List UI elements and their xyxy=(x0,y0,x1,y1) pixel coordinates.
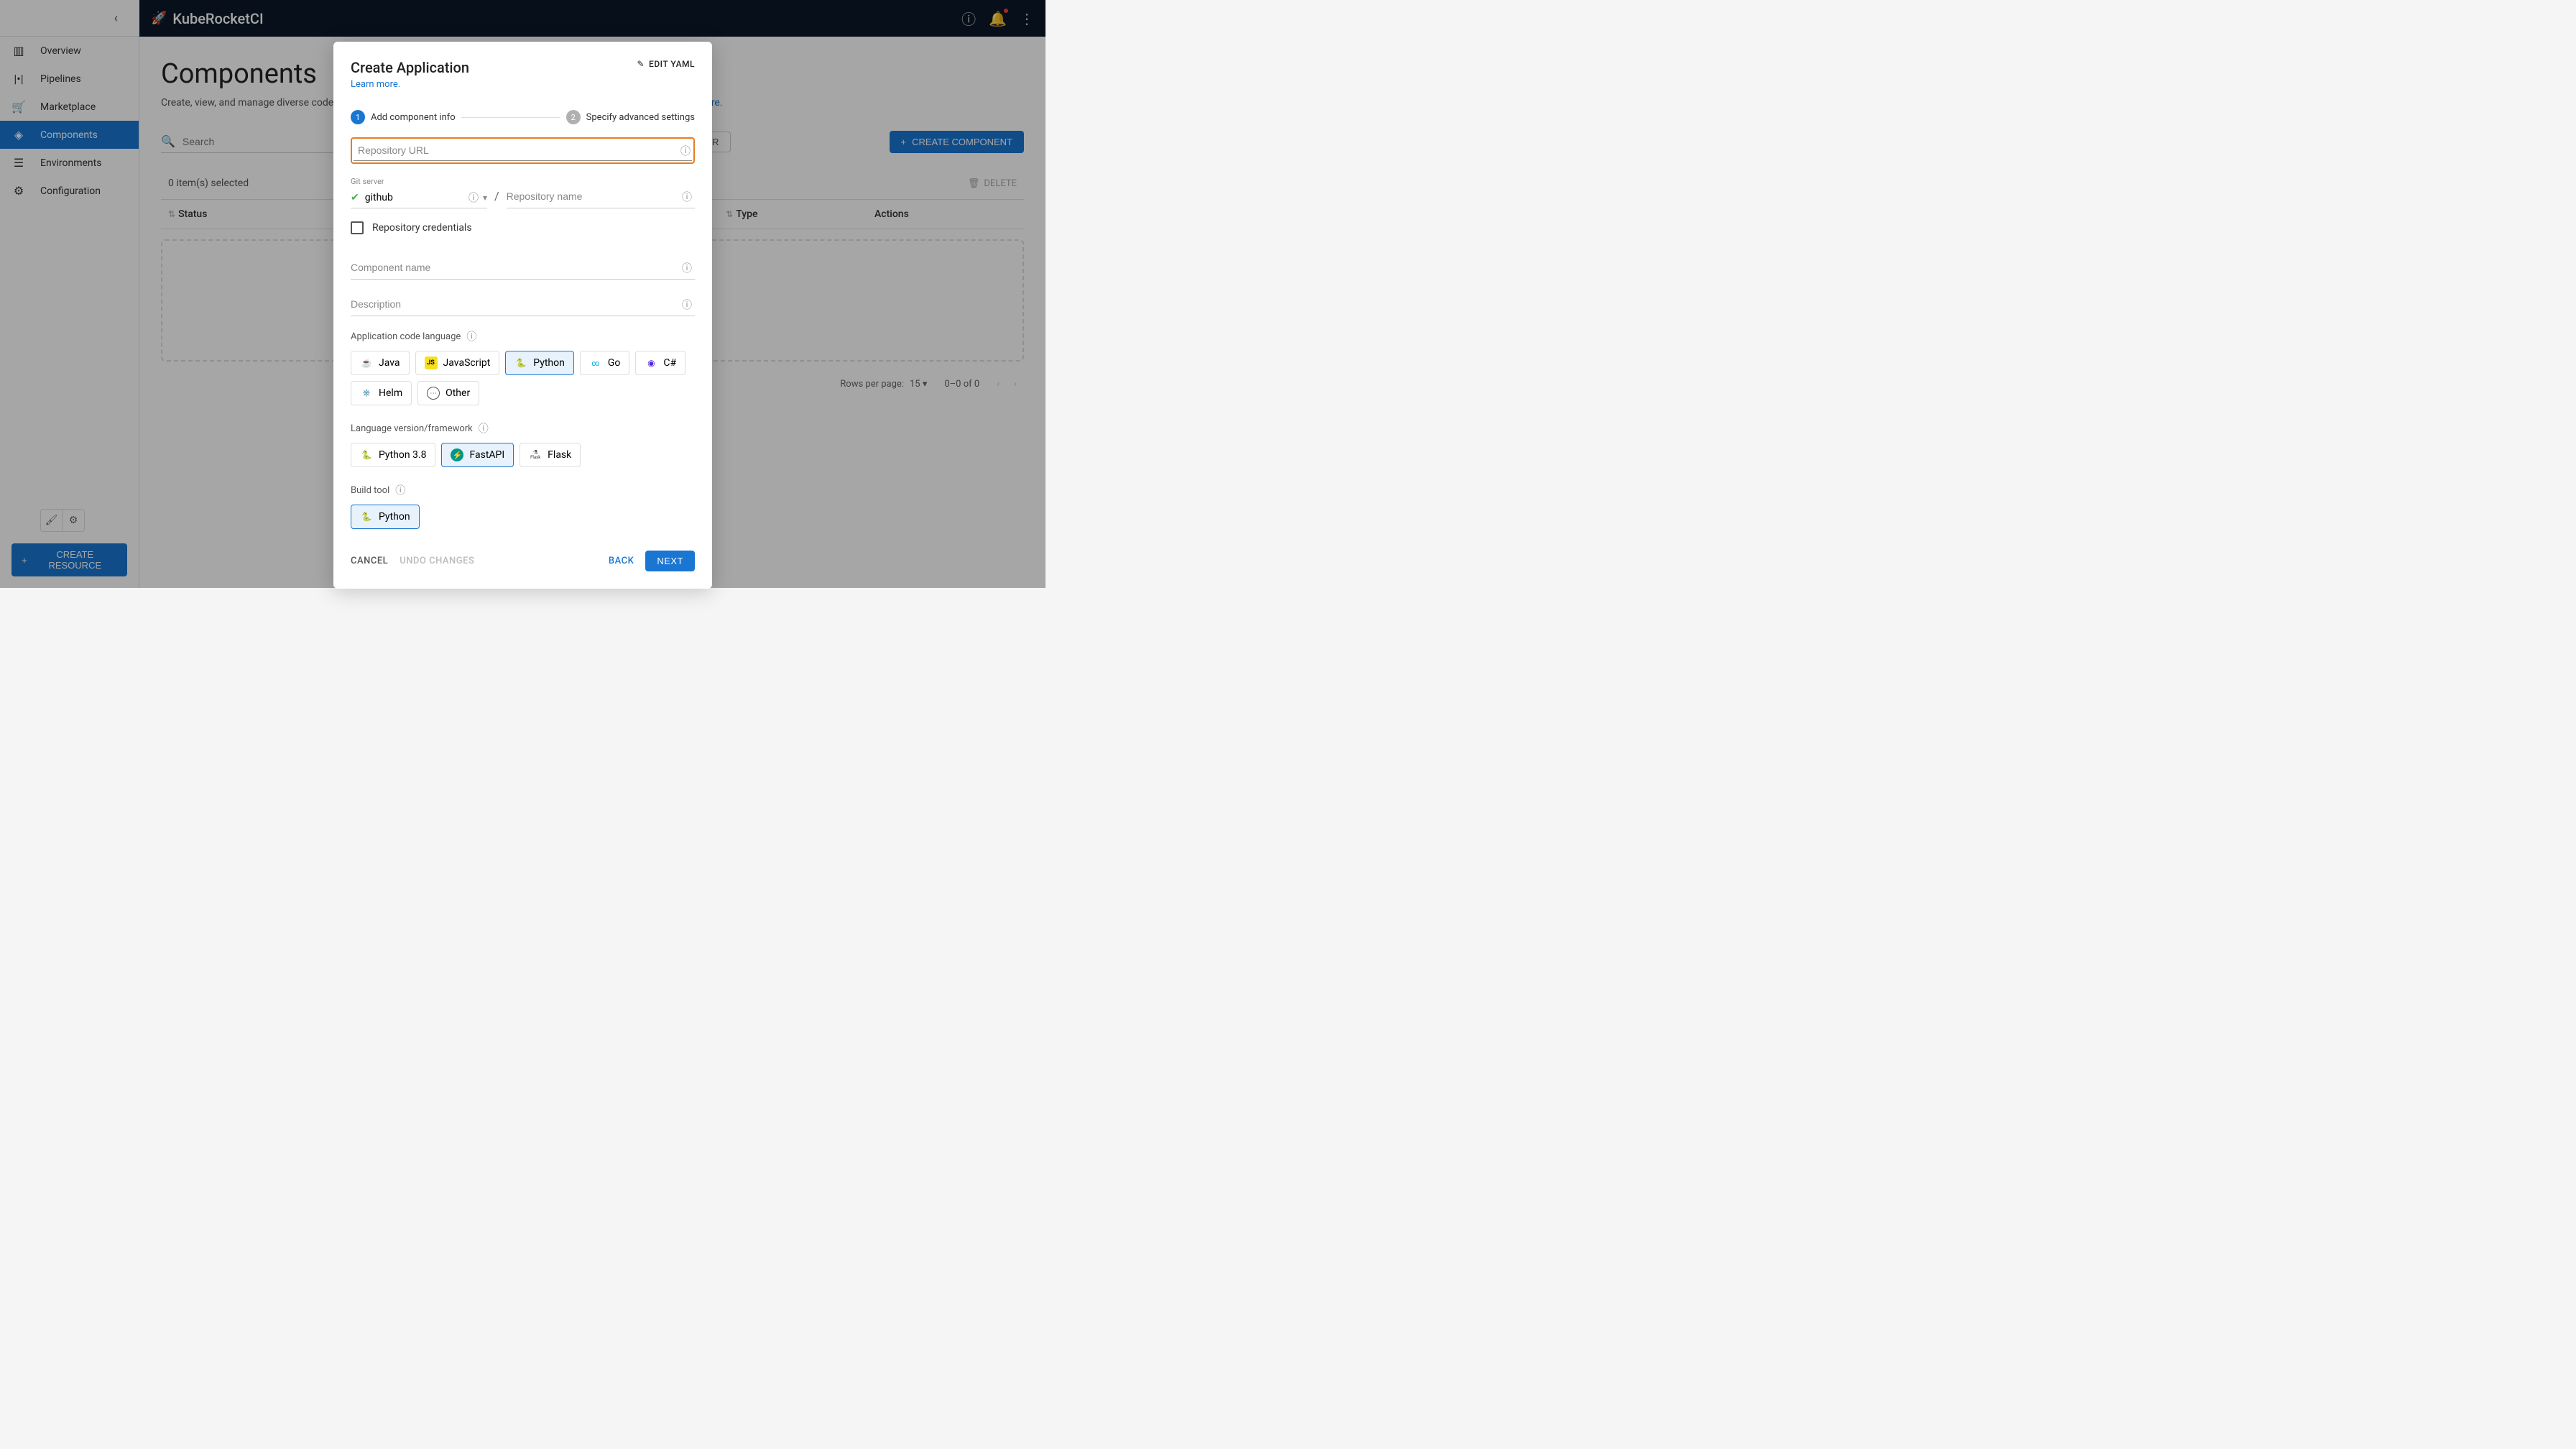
repository-name-field: ⓘ xyxy=(507,185,695,208)
repository-name-input[interactable] xyxy=(507,185,695,208)
python-icon: 🐍 xyxy=(360,510,373,523)
step-2-badge: 2 xyxy=(566,110,581,124)
stepper: 1 Add component info 2 Specify advanced … xyxy=(351,110,695,124)
info-icon[interactable]: ⓘ xyxy=(466,329,476,344)
modal-overlay[interactable]: Create Application Learn more. ✎ EDIT YA… xyxy=(0,0,1045,588)
chevron-down-icon: ▾ xyxy=(483,193,487,203)
fastapi-icon: ⚡ xyxy=(451,448,463,461)
python-icon: 🐍 xyxy=(514,356,527,369)
separator: / xyxy=(494,189,499,203)
cancel-button[interactable]: CANCEL xyxy=(351,556,388,566)
git-server-value: github xyxy=(365,192,468,203)
git-server-select[interactable]: ✔ github ⓘ ▾ xyxy=(351,188,487,208)
build-tool-chips: 🐍Python xyxy=(351,505,695,529)
git-server-field: Git server ✔ github ⓘ ▾ xyxy=(351,177,487,208)
pencil-icon: ✎ xyxy=(637,59,645,69)
description-field: ⓘ xyxy=(351,293,695,316)
check-circle-icon: ✔ xyxy=(351,192,359,203)
next-button[interactable]: NEXT xyxy=(645,551,695,571)
edit-yaml-button[interactable]: ✎ EDIT YAML xyxy=(637,59,695,69)
fw-chip-python38[interactable]: 🐍Python 3.8 xyxy=(351,443,435,467)
java-icon: ☕ xyxy=(360,356,373,369)
lang-chip-python[interactable]: 🐍Python xyxy=(505,351,574,375)
fw-chip-fastapi[interactable]: ⚡FastAPI xyxy=(441,443,514,467)
python-icon: 🐍 xyxy=(360,448,373,461)
framework-chips: 🐍Python 3.8 ⚡FastAPI ⚗FlaskFlask xyxy=(351,443,695,467)
lang-chip-csharp[interactable]: ◉C# xyxy=(635,351,685,375)
repository-credentials-label: Repository credentials xyxy=(372,222,472,234)
checkbox-icon xyxy=(351,221,364,234)
build-tool-section-label: Build tool ⓘ xyxy=(351,483,695,497)
language-section-label: Application code language ⓘ xyxy=(351,329,695,344)
repository-url-input[interactable] xyxy=(354,140,692,161)
modal-learn-more-link[interactable]: Learn more. xyxy=(351,79,400,90)
info-icon[interactable]: ⓘ xyxy=(680,144,691,158)
stepper-line xyxy=(461,117,560,118)
js-icon: JS xyxy=(425,356,438,369)
lang-chip-other[interactable]: ⋯Other xyxy=(417,381,479,405)
framework-section-label: Language version/framework ⓘ xyxy=(351,421,695,436)
back-button[interactable]: BACK xyxy=(609,556,634,566)
create-application-modal: Create Application Learn more. ✎ EDIT YA… xyxy=(333,42,712,589)
language-chips: ☕Java JSJavaScript 🐍Python ∞Go ◉C# ⎈Helm… xyxy=(351,351,695,405)
flask-icon: ⚗Flask xyxy=(529,448,542,461)
edit-yaml-label: EDIT YAML xyxy=(649,59,695,69)
step-1-label: Add component info xyxy=(371,112,456,123)
lang-chip-go[interactable]: ∞Go xyxy=(580,351,630,375)
csharp-icon: ◉ xyxy=(645,356,657,369)
go-icon: ∞ xyxy=(589,356,602,369)
modal-title: Create Application xyxy=(351,59,469,76)
info-icon[interactable]: ⓘ xyxy=(395,483,405,497)
lang-chip-helm[interactable]: ⎈Helm xyxy=(351,381,412,405)
other-icon: ⋯ xyxy=(427,387,440,400)
build-chip-python[interactable]: 🐍Python xyxy=(351,505,420,529)
repository-url-field: ⓘ xyxy=(351,137,695,164)
step-2-label: Specify advanced settings xyxy=(586,112,695,123)
lang-chip-javascript[interactable]: JSJavaScript xyxy=(415,351,500,375)
info-icon[interactable]: ⓘ xyxy=(479,421,489,436)
fw-chip-flask[interactable]: ⚗FlaskFlask xyxy=(520,443,581,467)
step-1-badge: 1 xyxy=(351,110,365,124)
info-icon[interactable]: ⓘ xyxy=(682,298,692,312)
lang-chip-java[interactable]: ☕Java xyxy=(351,351,410,375)
modal-footer: CANCEL UNDO CHANGES BACK NEXT xyxy=(351,551,695,571)
description-input[interactable] xyxy=(351,293,695,316)
helm-icon: ⎈ xyxy=(360,387,373,400)
repository-credentials-checkbox[interactable]: Repository credentials xyxy=(351,221,695,234)
component-name-field: ⓘ xyxy=(351,256,695,280)
info-icon[interactable]: ⓘ xyxy=(682,190,692,204)
info-icon[interactable]: ⓘ xyxy=(468,190,479,205)
component-name-input[interactable] xyxy=(351,256,695,280)
undo-changes-button[interactable]: UNDO CHANGES xyxy=(400,556,474,566)
info-icon[interactable]: ⓘ xyxy=(682,261,692,275)
git-server-label: Git server xyxy=(351,177,487,186)
